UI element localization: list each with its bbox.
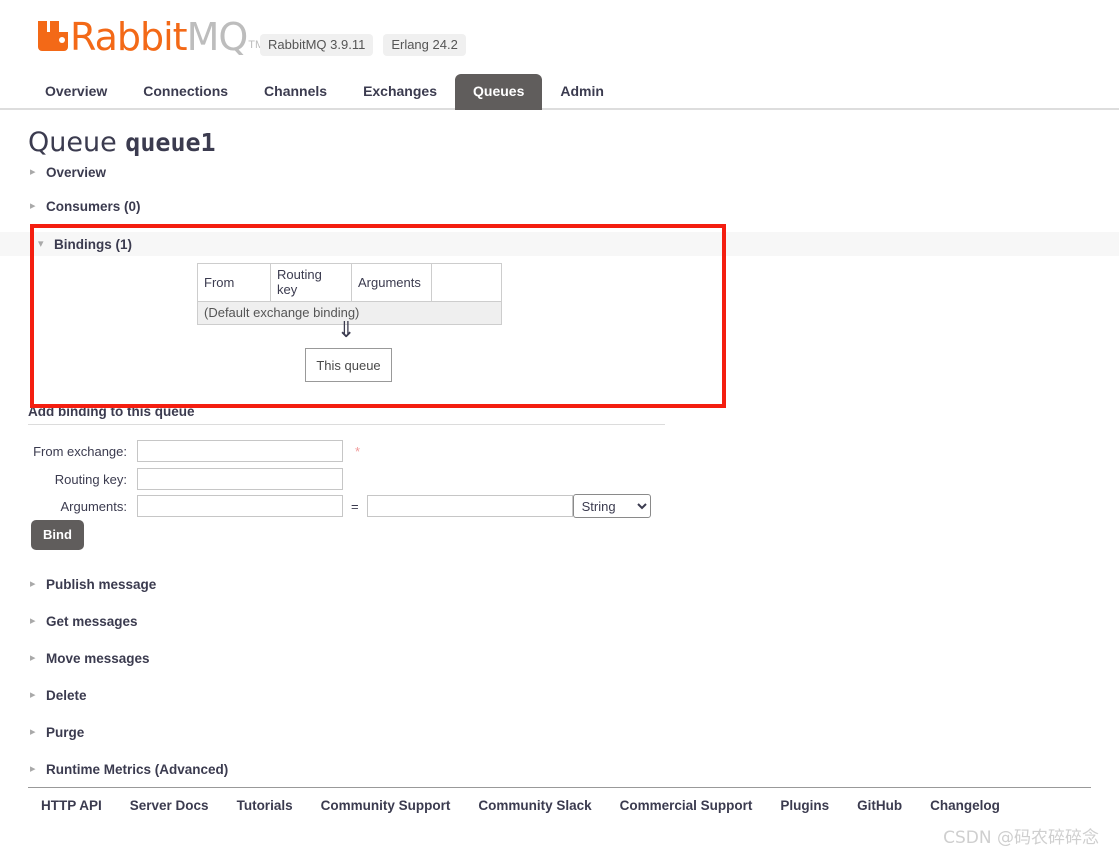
required-marker: * <box>355 443 361 459</box>
from-exchange-input[interactable] <box>137 440 343 462</box>
badge-erlang-version: Erlang 24.2 <box>383 34 466 56</box>
add-binding-title: Add binding to this queue <box>28 404 195 419</box>
section-purge-label: Purge <box>46 724 85 740</box>
rabbitmq-logo[interactable]: RabbitMQ TM <box>38 18 264 56</box>
divider <box>28 424 665 425</box>
section-get-messages-label: Get messages <box>46 613 138 629</box>
section-bindings-band <box>0 232 1119 256</box>
footer-link-community-slack[interactable]: Community Slack <box>478 798 591 813</box>
table-header-row: From Routing key Arguments <box>197 263 502 302</box>
tab-exchanges[interactable]: Exchanges <box>345 74 455 110</box>
chevron-right-icon: ▸ <box>30 725 36 738</box>
column-header-routing-key[interactable]: Routing key <box>270 263 352 302</box>
argument-key-input[interactable] <box>137 495 343 517</box>
section-get-messages[interactable]: ▸ Get messages <box>30 610 138 632</box>
footer-link-community-support[interactable]: Community Support <box>321 798 451 813</box>
footer-link-commercial-support[interactable]: Commercial Support <box>620 798 753 813</box>
arguments-label: Arguments: <box>60 498 127 514</box>
version-badges: RabbitMQ 3.9.11 Erlang 24.2 <box>260 34 466 56</box>
footer-divider <box>28 787 1091 788</box>
footer-links: HTTP API Server Docs Tutorials Community… <box>41 798 1000 813</box>
section-delete-label: Delete <box>46 687 87 703</box>
routing-key-label: Routing key: <box>54 471 127 487</box>
chevron-right-icon: ▸ <box>30 651 36 664</box>
page-title-keyword: Queue <box>28 127 117 158</box>
section-purge[interactable]: ▸ Purge <box>30 721 84 743</box>
from-exchange-row: From exchange: * <box>25 438 360 464</box>
footer-link-server-docs[interactable]: Server Docs <box>130 798 209 813</box>
main-navigation: Overview Connections Channels Exchanges … <box>0 74 1119 110</box>
section-move-messages[interactable]: ▸ Move messages <box>30 647 150 669</box>
this-queue-label: This queue <box>316 357 381 373</box>
chevron-right-icon: ▸ <box>30 688 36 701</box>
chevron-right-icon: ▸ <box>30 762 36 775</box>
equals-sign: = <box>351 498 359 514</box>
from-exchange-label: From exchange: <box>33 443 127 459</box>
page-title-queue-name: queue1 <box>125 128 216 157</box>
section-bindings-label: Bindings (1) <box>54 236 132 252</box>
logo-text-mq: MQ <box>186 15 249 59</box>
bindings-table: From Routing key Arguments (Default exch… <box>197 263 502 325</box>
section-runtime-metrics-label: Runtime Metrics (Advanced) <box>46 761 229 777</box>
tab-channels[interactable]: Channels <box>246 74 345 110</box>
section-overview-label: Overview <box>46 164 107 180</box>
section-overview[interactable]: ▸ Overview <box>30 161 106 183</box>
badge-rabbitmq-version: RabbitMQ 3.9.11 <box>260 34 374 56</box>
chevron-down-icon: ▾ <box>38 237 44 250</box>
logo-wordmark: RabbitMQ <box>70 15 249 59</box>
section-consumers-label: Consumers (0) <box>46 198 141 214</box>
tab-admin[interactable]: Admin <box>542 74 622 110</box>
section-move-messages-label: Move messages <box>46 650 150 666</box>
section-publish-message[interactable]: ▸ Publish message <box>30 573 156 595</box>
tab-connections[interactable]: Connections <box>125 74 246 110</box>
tab-overview[interactable]: Overview <box>27 74 125 110</box>
column-header-arguments[interactable]: Arguments <box>351 263 432 302</box>
arguments-row: Arguments: = String <box>25 493 651 519</box>
routing-key-row: Routing key: <box>25 466 343 492</box>
bind-button[interactable]: Bind <box>31 520 84 550</box>
page-header: RabbitMQ TM RabbitMQ 3.9.11 Erlang 24.2 <box>0 0 1119 72</box>
chevron-right-icon: ▸ <box>30 199 36 212</box>
tab-queues[interactable]: Queues <box>455 74 543 110</box>
routing-key-input[interactable] <box>137 468 343 490</box>
rabbitmq-management-page: RabbitMQ TM RabbitMQ 3.9.11 Erlang 24.2 … <box>0 0 1119 856</box>
chevron-right-icon: ▸ <box>30 614 36 627</box>
logo-text-rabbit: Rabbit <box>70 15 188 59</box>
this-queue-box: This queue <box>305 348 392 382</box>
section-delete[interactable]: ▸ Delete <box>30 684 87 706</box>
footer-link-changelog[interactable]: Changelog <box>930 798 1000 813</box>
rabbit-head-icon <box>38 21 68 51</box>
argument-value-input[interactable] <box>366 495 573 517</box>
footer-link-http-api[interactable]: HTTP API <box>41 798 102 813</box>
section-publish-message-label: Publish message <box>46 576 157 592</box>
double-down-arrow-icon: ⇓ <box>337 318 356 343</box>
section-consumers[interactable]: ▸ Consumers (0) <box>30 195 141 217</box>
footer-link-github[interactable]: GitHub <box>857 798 902 813</box>
footer-link-tutorials[interactable]: Tutorials <box>237 798 293 813</box>
page-title: Queue queue1 <box>28 128 216 158</box>
argument-type-select[interactable]: String <box>572 494 651 518</box>
chevron-right-icon: ▸ <box>30 577 36 590</box>
section-runtime-metrics[interactable]: ▸ Runtime Metrics (Advanced) <box>30 758 228 780</box>
column-header-actions <box>431 263 502 302</box>
watermark: CSDN @码农碎碎念 <box>943 828 1099 848</box>
column-header-from[interactable]: From <box>197 263 271 302</box>
footer-link-plugins[interactable]: Plugins <box>780 798 829 813</box>
chevron-right-icon: ▸ <box>30 165 36 178</box>
section-bindings[interactable]: ▾ Bindings (1) <box>38 233 132 255</box>
